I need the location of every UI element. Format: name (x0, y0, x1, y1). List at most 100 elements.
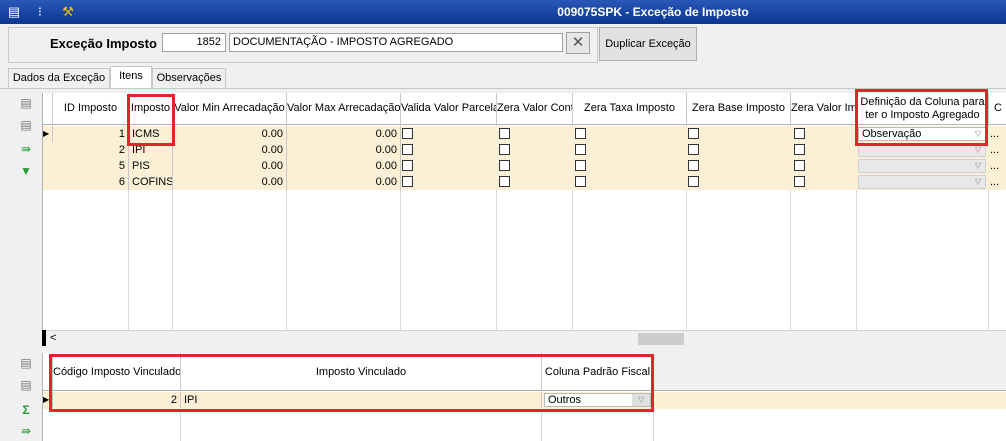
cell-valor-max[interactable]: 0.00 (287, 158, 401, 174)
cell-valor-max[interactable]: 0.00 (287, 126, 401, 142)
cell-extra[interactable]: ... (990, 158, 1006, 174)
cell-valor-max[interactable]: 0.00 (287, 174, 401, 190)
scrollbar-thumb[interactable] (638, 333, 684, 345)
cell-id[interactable]: 6 (53, 174, 129, 190)
add-row-icon[interactable]: ▤ (17, 356, 35, 370)
cell-valor-max[interactable]: 0.00 (287, 142, 401, 158)
cell-valor-min[interactable]: 0.00 (173, 142, 287, 158)
col-codigo-imposto-vinculado[interactable]: Código Imposto Vinculado (53, 353, 181, 391)
cell-imposto[interactable]: IPI (129, 142, 173, 158)
definicao-coluna-select[interactable]: ▽ (858, 159, 986, 173)
zera-base-imposto-checkbox[interactable] (688, 160, 699, 171)
definicao-coluna-select[interactable]: ▽ (858, 175, 986, 189)
header-filler (654, 353, 1006, 391)
cell-valor-min[interactable]: 0.00 (173, 174, 287, 190)
zera-base-imposto-checkbox[interactable] (688, 176, 699, 187)
scroll-left-icon[interactable]: < (50, 332, 56, 344)
zera-taxa-imposto-checkbox[interactable] (575, 176, 586, 187)
col-zera-valor-im[interactable]: Zera Valor Im (791, 93, 857, 125)
duplicate-exception-button[interactable]: Duplicar Exceção (599, 27, 697, 61)
export-icon[interactable]: ⇛ (17, 424, 35, 438)
definicao-coluna-value (859, 144, 862, 156)
exception-description-field[interactable]: DOCUMENTAÇÃO - IMPOSTO AGREGADO (229, 33, 563, 52)
zera-taxa-imposto-checkbox[interactable] (575, 144, 586, 155)
valida-valor-parcela-checkbox[interactable] (402, 128, 413, 139)
valida-valor-parcela-checkbox[interactable] (402, 144, 413, 155)
table-row[interactable]: ▶ 2 IPI Outros ▽ (43, 392, 1006, 409)
table-row[interactable]: 6 COFINS 0.00 0.00 ▽ ... (43, 174, 1006, 190)
cell-extra[interactable]: ... (990, 174, 1006, 190)
zera-valor-imposto-checkbox[interactable] (794, 176, 805, 187)
cell-imposto[interactable]: PIS (129, 158, 173, 174)
col-zera-valor-conta[interactable]: Zera Valor Conta (497, 93, 573, 125)
chevron-down-icon[interactable]: ▽ (971, 160, 985, 172)
zera-taxa-imposto-checkbox[interactable] (575, 160, 586, 171)
export-icon[interactable]: ⇛ (17, 142, 35, 156)
col-coluna-padrao-fiscal[interactable]: Coluna Padrão Fiscal (542, 353, 654, 391)
cell-id[interactable]: 2 (53, 142, 129, 158)
chevron-down-icon[interactable]: ▽ (971, 144, 985, 156)
chevron-down-icon[interactable]: ▽ (971, 176, 985, 188)
cell-extra[interactable]: ... (990, 142, 1006, 158)
definicao-coluna-value: Observação (862, 128, 922, 140)
definicao-coluna-select[interactable]: ▽ (858, 143, 986, 157)
cell-imposto[interactable]: COFINS (129, 174, 173, 190)
zera-valor-imposto-checkbox[interactable] (794, 144, 805, 155)
zera-valor-imposto-checkbox[interactable] (794, 128, 805, 139)
chevron-down-icon[interactable]: ▽ (632, 394, 650, 406)
col-definicao-coluna[interactable]: Definição da Coluna para ter o Imposto A… (857, 93, 989, 125)
zera-valor-conta-checkbox[interactable] (499, 160, 510, 171)
valida-valor-parcela-checkbox[interactable] (402, 160, 413, 171)
valida-valor-parcela-checkbox[interactable] (402, 176, 413, 187)
col-zera-base-imposto[interactable]: Zera Base Imposto (687, 93, 791, 125)
remove-row-icon[interactable]: ▤ (17, 118, 35, 132)
current-row-icon: ▶ (43, 392, 53, 408)
col-imposto-vinculado[interactable]: Imposto Vinculado (181, 353, 542, 391)
col-valida-valor-parcela[interactable]: Valida Valor Parcela (401, 93, 497, 125)
zera-valor-conta-checkbox[interactable] (499, 144, 510, 155)
header-label: Exceção Imposto (50, 36, 157, 51)
col-imposto[interactable]: Imposto (129, 93, 173, 125)
cell-codigo[interactable]: 2 (53, 392, 181, 408)
col-c[interactable]: C (989, 93, 1006, 125)
cell-imposto[interactable]: ICMS (129, 126, 173, 142)
horizontal-scrollbar[interactable]: < (42, 330, 1006, 347)
cell-extra[interactable]: ... (990, 126, 1006, 142)
tab-observacoes[interactable]: Observações (152, 68, 226, 88)
col-zera-taxa-imposto[interactable]: Zera Taxa Imposto (573, 93, 687, 125)
zera-valor-conta-checkbox[interactable] (499, 128, 510, 139)
row-indicator-header (43, 353, 53, 391)
sum-icon[interactable]: Σ (17, 403, 35, 417)
items-grid: ID Imposto Imposto Valor Min Arrecadação… (42, 93, 1006, 347)
col-valor-max[interactable]: Valor Max Arrecadação (287, 93, 401, 125)
cell-id[interactable]: 1 (53, 126, 129, 142)
zera-base-imposto-checkbox[interactable] (688, 128, 699, 139)
zera-valor-conta-checkbox[interactable] (499, 176, 510, 187)
cell-id[interactable]: 5 (53, 158, 129, 174)
col-id-imposto[interactable]: ID Imposto (53, 93, 129, 125)
window-title: 009075SPK - Exceção de Imposto (557, 5, 749, 19)
coluna-padrao-select[interactable]: Outros ▽ (544, 393, 651, 407)
table-row[interactable]: ▶ 1 ICMS 0.00 0.00 Observação ▽ ... (43, 126, 1006, 142)
move-down-icon[interactable]: ▼ (17, 164, 35, 178)
cell-imposto-vinculado[interactable]: IPI (181, 392, 542, 408)
col-valor-min[interactable]: Valor Min Arrecadação (173, 93, 287, 125)
cell-valor-min[interactable]: 0.00 (173, 158, 287, 174)
tab-dados-excecao[interactable]: Dados da Exceção (8, 68, 110, 88)
coluna-padrao-value: Outros (548, 394, 582, 406)
tab-divider (0, 88, 1006, 89)
cell-valor-min[interactable]: 0.00 (173, 126, 287, 142)
remove-row-icon[interactable]: ▤ (17, 378, 35, 392)
zera-base-imposto-checkbox[interactable] (688, 144, 699, 155)
chevron-down-icon[interactable]: ▽ (971, 128, 985, 140)
table-row[interactable]: 2 IPI 0.00 0.00 ▽ ... (43, 142, 1006, 158)
exception-code-field[interactable]: 1852 (162, 33, 226, 52)
zera-valor-imposto-checkbox[interactable] (794, 160, 805, 171)
add-row-icon[interactable]: ▤ (17, 96, 35, 110)
grid-line (180, 409, 181, 441)
definicao-coluna-select[interactable]: Observação ▽ (858, 127, 986, 141)
zera-taxa-imposto-checkbox[interactable] (575, 128, 586, 139)
clear-icon[interactable]: ✕ (566, 32, 590, 54)
tab-itens[interactable]: Itens (110, 66, 152, 89)
table-row[interactable]: 5 PIS 0.00 0.00 ▽ ... (43, 158, 1006, 174)
